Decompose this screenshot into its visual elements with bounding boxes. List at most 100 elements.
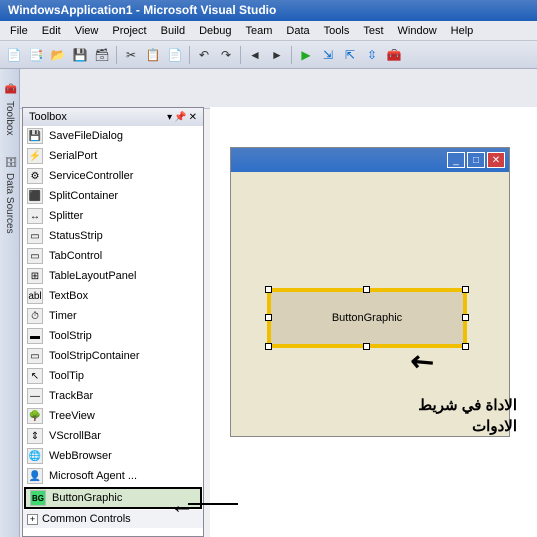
toolbox-item-icon: ⚙ bbox=[27, 168, 43, 184]
copy-icon[interactable]: 📋 bbox=[143, 45, 163, 65]
close-icon[interactable]: ✕ bbox=[487, 152, 505, 168]
toolbox-item-label: ToolStripContainer bbox=[49, 350, 140, 362]
menu-tools[interactable]: Tools bbox=[318, 23, 356, 39]
resize-handle[interactable] bbox=[462, 286, 469, 293]
maximize-icon[interactable]: □ bbox=[467, 152, 485, 168]
toolbox-item-tablelayoutpanel[interactable]: ⊞ TableLayoutPanel bbox=[23, 266, 203, 286]
main-toolbar: 📄 📑 📂 💾 🗃 ✂ 📋 📄 ↶ ↷ ◄ ► ▶ ⇲ ⇱ ⇳ 🧰 bbox=[0, 41, 537, 69]
pin-icon[interactable]: 📌 bbox=[174, 112, 186, 123]
secondary-toolbar: ⋮⋮ bbox=[0, 69, 537, 109]
resize-handle[interactable] bbox=[363, 343, 370, 350]
toolbox-item-tabcontrol[interactable]: ▭TabControl bbox=[23, 246, 203, 266]
minimize-icon[interactable]: _ bbox=[447, 152, 465, 168]
menu-team[interactable]: Team bbox=[240, 23, 279, 39]
toolbox-item-treeview[interactable]: 🌳 TreeView bbox=[23, 406, 203, 426]
nav-fwd-icon[interactable]: ► bbox=[267, 45, 287, 65]
toolbox-item-textbox[interactable]: abl TextBox bbox=[23, 286, 203, 306]
control-label: ButtonGraphic bbox=[332, 312, 402, 324]
toolbox-item-trackbar[interactable]: —TrackBar bbox=[23, 386, 203, 406]
tab-toolbox[interactable]: 🧰 Toolbox bbox=[1, 77, 19, 141]
nav-back-icon[interactable]: ◄ bbox=[245, 45, 265, 65]
menu-build[interactable]: Build bbox=[155, 23, 191, 39]
toolbox-item-splitcontainer[interactable]: ⬛SplitContainer bbox=[23, 186, 203, 206]
add-item-icon[interactable]: 📑 bbox=[26, 45, 46, 65]
menu-test[interactable]: Test bbox=[357, 23, 389, 39]
paste-icon[interactable]: 📄 bbox=[165, 45, 185, 65]
toolbox-item-savefiledialog[interactable]: 💾SaveFileDialog bbox=[23, 126, 203, 146]
toolbox-item-label: SaveFileDialog bbox=[49, 130, 123, 142]
toolbox-item-servicecontroller[interactable]: ⚙ServiceController bbox=[23, 166, 203, 186]
tab-data-sources[interactable]: 🗄 Data Sources bbox=[1, 149, 19, 240]
form-window[interactable]: _ □ ✕ ButtonGraphic bbox=[230, 147, 510, 437]
menu-edit[interactable]: Edit bbox=[36, 23, 67, 39]
dropdown-icon[interactable]: ▾ bbox=[167, 112, 172, 123]
menu-data[interactable]: Data bbox=[280, 23, 315, 39]
tab-toolbox-label: Toolbox bbox=[4, 101, 15, 135]
resize-handle[interactable] bbox=[265, 286, 272, 293]
grip-icon[interactable]: ⋮⋮ bbox=[6, 2, 24, 13]
toolbox-item-splitter[interactable]: ↔Splitter bbox=[23, 206, 203, 226]
toolbox-item-label: TableLayoutPanel bbox=[49, 270, 136, 282]
toolbox-item-tooltip[interactable]: ↖ToolTip bbox=[23, 366, 203, 386]
resize-handle[interactable] bbox=[462, 343, 469, 350]
toolbox-item-icon: 🌳 bbox=[27, 408, 43, 424]
menu-bar: File Edit View Project Build Debug Team … bbox=[0, 21, 537, 41]
undo-icon[interactable]: ↶ bbox=[194, 45, 214, 65]
redo-icon[interactable]: ↷ bbox=[216, 45, 236, 65]
resize-handle[interactable] bbox=[462, 314, 469, 321]
menu-file[interactable]: File bbox=[4, 23, 34, 39]
toolbox-icon[interactable]: 🧰 bbox=[384, 45, 404, 65]
buttongraphic-control[interactable]: ButtonGraphic bbox=[267, 288, 467, 348]
toolbox-item-toolstrip[interactable]: ▬ToolStrip bbox=[23, 326, 203, 346]
expand-icon[interactable]: + bbox=[27, 514, 38, 525]
toolbox-item-label: TreeView bbox=[49, 410, 95, 422]
start-debug-icon[interactable]: ▶ bbox=[296, 45, 316, 65]
annotation-text: الاداة في شريط الادوات bbox=[418, 395, 517, 437]
close-icon[interactable]: ✕ bbox=[189, 112, 197, 123]
menu-window[interactable]: Window bbox=[392, 23, 443, 39]
separator bbox=[240, 46, 241, 64]
toolbox-item-toolstripcontainer[interactable]: ▭ToolStripContainer bbox=[23, 346, 203, 366]
toolbox-item-icon: ⬛ bbox=[27, 188, 43, 204]
resize-handle[interactable] bbox=[363, 286, 370, 293]
new-project-icon[interactable]: 📄 bbox=[4, 45, 24, 65]
toolbox-panel: Toolbox ▾ 📌 ✕ 💾SaveFileDialog⚡SerialPort… bbox=[22, 107, 204, 537]
toolbox-item-label: TextBox bbox=[49, 290, 88, 302]
save-all-icon[interactable]: 🗃 bbox=[92, 45, 112, 65]
toolbox-item-microsoft-agent-[interactable]: 👤Microsoft Agent ... bbox=[23, 466, 203, 486]
toolbox-item-icon: BG bbox=[30, 490, 46, 506]
toolbox-item-serialport[interactable]: ⚡SerialPort bbox=[23, 146, 203, 166]
toolbox-item-vscrollbar[interactable]: ⇕VScrollBar bbox=[23, 426, 203, 446]
step-icon[interactable]: ⇲ bbox=[318, 45, 338, 65]
form-titlebar: _ □ ✕ bbox=[231, 148, 509, 172]
toolbox-item-label: Timer bbox=[49, 310, 77, 322]
toolbox-item-icon: abl bbox=[27, 288, 43, 304]
toolbox-item-timer[interactable]: ⏱Timer bbox=[23, 306, 203, 326]
menu-help[interactable]: Help bbox=[445, 23, 480, 39]
toolbox-item-label: VScrollBar bbox=[49, 430, 101, 442]
toolbox-title-text: Toolbox bbox=[29, 111, 67, 123]
toolbox-item-statusstrip[interactable]: ▭StatusStrip bbox=[23, 226, 203, 246]
toolbox-item-icon: ▬ bbox=[27, 328, 43, 344]
toolbox-item-icon: 👤 bbox=[27, 468, 43, 484]
save-icon[interactable]: 💾 bbox=[70, 45, 90, 65]
tab-data-sources-label: Data Sources bbox=[4, 173, 15, 234]
toolbox-item-webbrowser[interactable]: 🌐WebBrowser bbox=[23, 446, 203, 466]
form-designer[interactable]: _ □ ✕ ButtonGraphic bbox=[210, 107, 537, 537]
window-title: WindowsApplication1 - Microsoft Visual S… bbox=[0, 0, 537, 21]
step-out-icon[interactable]: ⇳ bbox=[362, 45, 382, 65]
menu-project[interactable]: Project bbox=[106, 23, 152, 39]
resize-handle[interactable] bbox=[265, 314, 272, 321]
annotation-line2: الادوات bbox=[418, 416, 517, 437]
menu-debug[interactable]: Debug bbox=[193, 23, 237, 39]
resize-handle[interactable] bbox=[265, 343, 272, 350]
open-icon[interactable]: 📂 bbox=[48, 45, 68, 65]
left-tab-strip: 🧰 Toolbox 🗄 Data Sources bbox=[0, 69, 20, 537]
cut-icon[interactable]: ✂ bbox=[121, 45, 141, 65]
separator bbox=[189, 46, 190, 64]
step-over-icon[interactable]: ⇱ bbox=[340, 45, 360, 65]
toolbox-item-icon: ⊞ bbox=[27, 268, 43, 284]
separator bbox=[291, 46, 292, 64]
toolbox-item-icon: — bbox=[27, 388, 43, 404]
menu-view[interactable]: View bbox=[69, 23, 105, 39]
